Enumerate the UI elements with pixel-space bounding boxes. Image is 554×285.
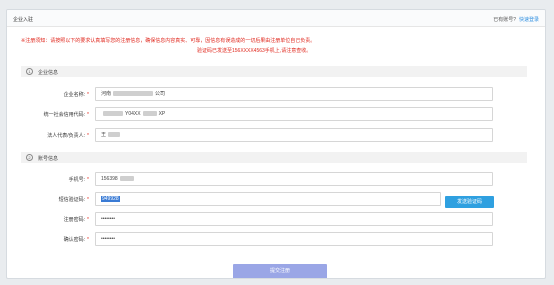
company-name-label: 企业名称: * [63,92,89,98]
confirm-password-label: 确认密码: * [63,237,89,243]
password-input[interactable]: •••••••• [95,212,493,226]
legal-rep-label: 法人代表/负责人: * [47,133,89,139]
section-account-info: 2 账号信息 [21,152,527,163]
panel-header: 企业入驻 已有账号? 快速登录 [7,10,545,27]
password-label: 注册密码: * [63,217,89,223]
credit-code-input[interactable]: Y04XX XP [95,107,493,121]
sms-code-input[interactable]: 949928 [95,192,441,206]
registration-notice: ※注册须知：请按照以下的要求认真填写您的注册信息，确保信息内容真实、可靠，因信息… [21,38,316,44]
quick-login-link[interactable]: 快速登录 [519,17,539,23]
credit-code-label: 统一社会信用代码: * [43,112,89,118]
legal-rep-input[interactable]: 王 [95,128,493,142]
submit-button[interactable]: 提交注册 [233,264,327,278]
login-prompt: 已有账号? 快速登录 [493,16,539,23]
company-name-input[interactable]: 河南 公司 [95,87,493,101]
sms-code-label: 短信验证码: * [58,197,89,203]
section-title: 账号信息 [38,156,59,162]
section-title: 企业信息 [38,70,59,76]
section-number-icon: 2 [26,154,33,161]
phone-input[interactable]: 156398 [95,172,493,186]
section-number-icon: 1 [26,68,33,75]
page-title: 企业入驻 [13,17,34,23]
sms-sent-notice: 验证码已发送至156XXXX4563手机上,请注意查收。 [197,48,312,54]
have-account-text: 已有账号? [493,17,516,23]
send-code-button[interactable]: 发送验证码 [445,196,494,208]
registration-panel: 企业入驻 已有账号? 快速登录 ※注册须知：请按照以下的要求认真填写您的注册信息，… [6,9,546,279]
confirm-password-input[interactable]: •••••••• [95,232,493,246]
section-company-info: 1 企业信息 [21,66,527,77]
phone-label: 手机号: * [68,177,89,183]
